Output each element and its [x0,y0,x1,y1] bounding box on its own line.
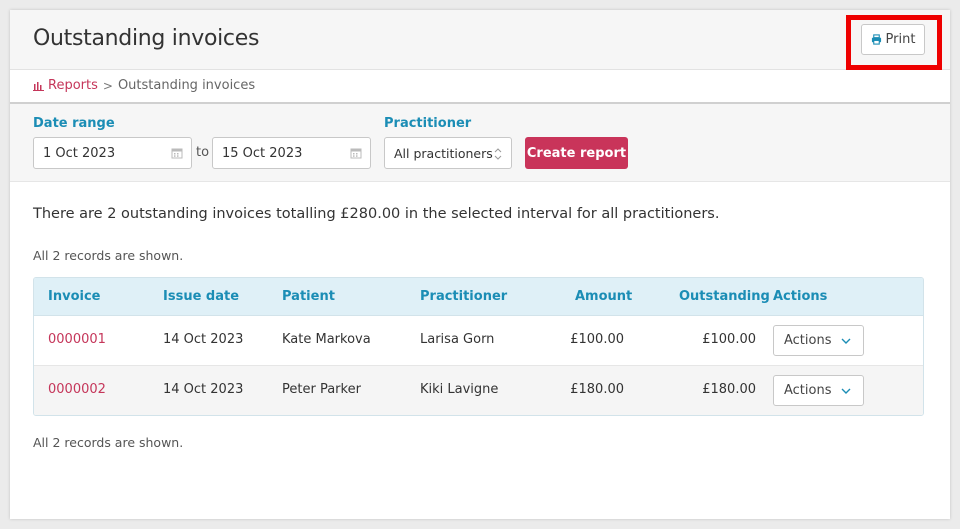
create-report-button[interactable]: Create report [525,137,628,169]
print-button[interactable]: Print [861,24,925,55]
amount-cell: £100.00 [570,332,624,347]
date-from-input[interactable]: 1 Oct 2023 [33,137,192,169]
records-count-top: All 2 records are shown. [33,248,184,263]
actions-label: Actions [784,383,832,398]
breadcrumb-reports-link[interactable]: Reports [33,78,98,93]
report-card: Outstanding invoices Print Reports > Out… [10,10,950,519]
chevron-down-icon [841,388,851,394]
to-label: to [196,145,210,160]
issue-date-cell: 14 Oct 2023 [163,332,244,347]
page-title: Outstanding invoices [33,26,260,51]
table-header: Invoice Issue date Patient Practitioner … [34,278,923,316]
amount-cell: £180.00 [570,382,624,397]
practitioner-label: Practitioner [384,116,472,131]
table-row: 0000001 14 Oct 2023 Kate Markova Larisa … [34,316,923,366]
column-header[interactable]: Invoice [48,289,100,304]
issue-date-cell: 14 Oct 2023 [163,382,244,397]
patient-cell: Peter Parker [282,382,361,397]
column-header[interactable]: Amount [575,289,632,304]
date-from-value: 1 Oct 2023 [43,145,116,161]
date-range-label: Date range [33,116,115,131]
column-header[interactable]: Patient [282,289,335,304]
chevron-down-icon [841,338,851,344]
practitioner-select-value: All practitioners [394,145,493,161]
practitioner-cell: Larisa Gorn [420,332,495,347]
updown-arrows-icon [494,148,502,160]
practitioner-cell: Kiki Lavigne [420,382,499,397]
breadcrumb-separator: > [102,78,113,93]
outstanding-cell: £180.00 [702,382,756,397]
actions-dropdown-button[interactable]: Actions [773,375,864,406]
invoice-link[interactable]: 0000001 [48,332,106,347]
practitioner-select[interactable]: All practitioners [384,137,512,169]
summary-text: There are 2 outstanding invoices totalli… [33,206,720,222]
patient-cell: Kate Markova [282,332,371,347]
invoice-link[interactable]: 0000002 [48,382,106,397]
outstanding-cell: £100.00 [702,332,756,347]
print-label: Print [885,32,916,47]
filter-bar: Date range 1 Oct 2023 to 15 Oct 2023 Pra… [10,102,950,182]
create-report-label: Create report [526,145,627,161]
column-header[interactable]: Outstanding [679,289,770,304]
breadcrumb-current: Outstanding invoices [117,78,256,93]
column-header: Actions [773,289,828,304]
calendar-icon [171,148,183,159]
calendar-icon [350,148,362,159]
records-count-bottom: All 2 records are shown. [33,435,184,450]
bar-chart-icon [33,81,44,91]
breadcrumb: Reports > Outstanding invoices [33,78,255,93]
date-to-value: 15 Oct 2023 [222,145,303,161]
invoices-table: Invoice Issue date Patient Practitioner … [33,277,924,416]
breadcrumb-reports-label: Reports [48,78,98,93]
printer-icon [871,34,881,45]
column-header[interactable]: Issue date [163,289,239,304]
page-header: Outstanding invoices Print [10,10,950,70]
column-header[interactable]: Practitioner [420,289,507,304]
date-to-input[interactable]: 15 Oct 2023 [212,137,371,169]
actions-dropdown-button[interactable]: Actions [773,325,864,356]
actions-label: Actions [784,333,832,348]
table-row: 0000002 14 Oct 2023 Peter Parker Kiki La… [34,366,923,415]
